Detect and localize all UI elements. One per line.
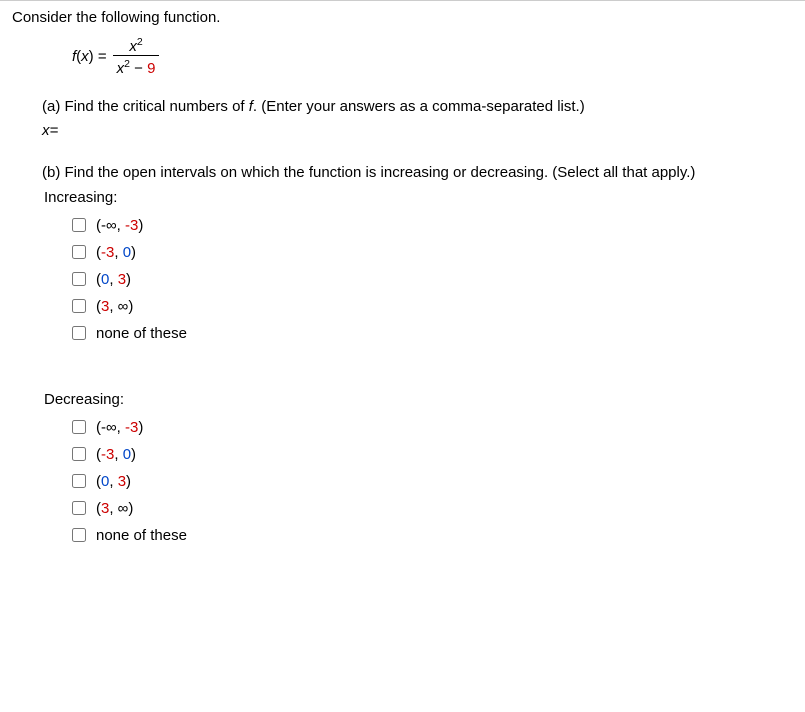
opt-mid: , ∞) (109, 500, 133, 517)
increasing-option-3: (0, 3) (72, 266, 793, 293)
part-a-answer-prompt: x= (42, 122, 793, 139)
formula-x: x (81, 48, 89, 65)
opt-red: -3 (125, 419, 138, 436)
decreasing-option-1: (-∞, -3) (72, 414, 793, 441)
opt-mid: , (114, 244, 122, 261)
opt-mid: , (109, 271, 117, 288)
increasing-checkbox-4[interactable] (72, 299, 86, 313)
opt-blue: 0 (123, 244, 131, 261)
opt-red: -3 (101, 446, 114, 463)
decreasing-option-4-label: (3, ∞) (96, 500, 133, 517)
increasing-option-2-label: (-3, 0) (96, 244, 136, 261)
formula-paren-close-eq: ) = (89, 48, 107, 65)
increasing-checkbox-2[interactable] (72, 245, 86, 259)
opt-red: -3 (125, 217, 138, 234)
opt-close: ) (126, 473, 131, 490)
answer-x-equals: x= (42, 122, 58, 139)
increasing-checkbox-3[interactable] (72, 272, 86, 286)
decreasing-option-4: (3, ∞) (72, 495, 793, 522)
decreasing-checkbox-5[interactable] (72, 528, 86, 542)
function-formula: f(x) = x2 x2 − 9 (72, 36, 793, 77)
part-b-text: (b) Find the open intervals on which the… (42, 161, 793, 184)
decreasing-checkbox-2[interactable] (72, 447, 86, 461)
increasing-checkbox-5[interactable] (72, 326, 86, 340)
decreasing-label: Decreasing: (44, 391, 793, 408)
opt-mid: , (109, 473, 117, 490)
formula-lhs: f(x) = (72, 48, 107, 65)
formula-numerator: x2 (125, 36, 146, 55)
increasing-options: (-∞, -3) (-3, 0) (0, 3) (3, ∞) none of t… (72, 212, 793, 347)
increasing-option-5: none of these (72, 320, 793, 347)
opt-close: ) (131, 446, 136, 463)
decreasing-option-3: (0, 3) (72, 468, 793, 495)
num-x: x (129, 38, 137, 55)
opt-mid: , ∞) (109, 298, 133, 315)
opt-mid: , (114, 446, 122, 463)
part-a-suffix: . (Enter your answers as a comma-separat… (253, 98, 585, 115)
opt-close: ) (131, 244, 136, 261)
increasing-option-5-label: none of these (96, 325, 187, 342)
num-exp: 2 (137, 36, 143, 48)
intro-text: Consider the following function. (12, 9, 793, 26)
den-x: x (117, 60, 125, 77)
decreasing-option-2-label: (-3, 0) (96, 446, 136, 463)
part-a-prefix: (a) Find the critical numbers of (42, 98, 249, 115)
decreasing-option-1-label: (-∞, -3) (96, 419, 143, 436)
increasing-option-4: (3, ∞) (72, 293, 793, 320)
decreasing-option-5: none of these (72, 522, 793, 549)
opt-red: -3 (101, 244, 114, 261)
increasing-option-2: (-3, 0) (72, 239, 793, 266)
opt-red: 3 (118, 473, 126, 490)
increasing-label: Increasing: (44, 189, 793, 206)
opt-text: (-∞, (96, 217, 125, 234)
opt-close: ) (138, 419, 143, 436)
increasing-option-1-label: (-∞, -3) (96, 217, 143, 234)
part-a-text: (a) Find the critical numbers of f. (Ent… (42, 95, 793, 118)
formula-fraction: x2 x2 − 9 (113, 36, 160, 77)
decreasing-option-5-label: none of these (96, 527, 187, 544)
increasing-option-1: (-∞, -3) (72, 212, 793, 239)
decreasing-checkbox-1[interactable] (72, 420, 86, 434)
increasing-option-3-label: (0, 3) (96, 271, 131, 288)
decreasing-option-2: (-3, 0) (72, 441, 793, 468)
decreasing-option-3-label: (0, 3) (96, 473, 131, 490)
decreasing-checkbox-4[interactable] (72, 501, 86, 515)
opt-blue: 0 (123, 446, 131, 463)
question-container: Consider the following function. f(x) = … (0, 0, 805, 577)
opt-text: (-∞, (96, 419, 125, 436)
decreasing-options: (-∞, -3) (-3, 0) (0, 3) (3, ∞) none of t… (72, 414, 793, 549)
den-const: 9 (147, 60, 155, 77)
increasing-option-4-label: (3, ∞) (96, 298, 133, 315)
formula-denominator: x2 − 9 (113, 55, 160, 77)
opt-red: 3 (118, 271, 126, 288)
opt-close: ) (126, 271, 131, 288)
opt-close: ) (138, 217, 143, 234)
increasing-checkbox-1[interactable] (72, 218, 86, 232)
den-minus: − (130, 60, 147, 77)
decreasing-checkbox-3[interactable] (72, 474, 86, 488)
